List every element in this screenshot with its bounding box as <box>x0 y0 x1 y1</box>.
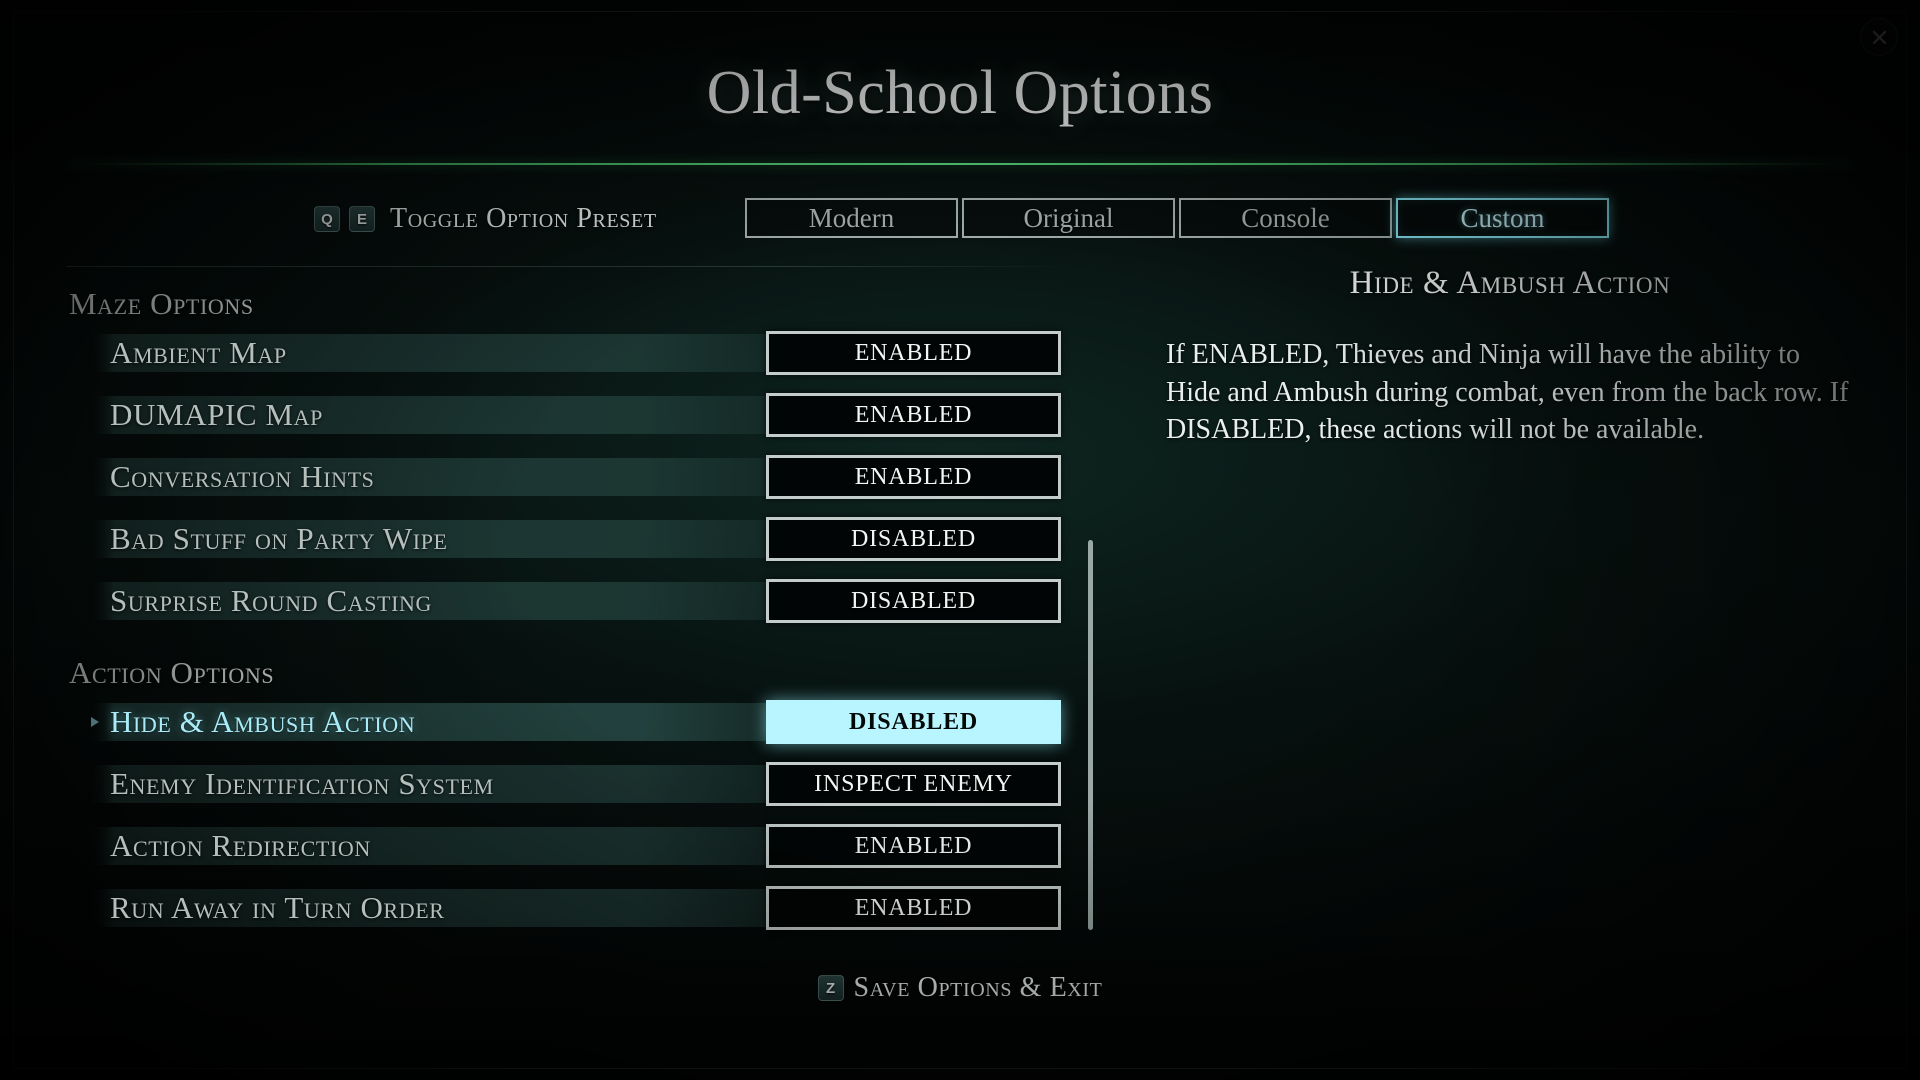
section-action-options: Action Options Hide & Ambush Action DISA… <box>66 655 1096 945</box>
option-value-button[interactable]: ENABLED <box>766 824 1061 868</box>
option-value-button[interactable]: ENABLED <box>766 393 1061 437</box>
option-row-bad-stuff-on-party-wipe[interactable]: Bad Stuff on Party Wipe DISABLED <box>66 514 1096 564</box>
save-and-exit-label: Save Options & Exit <box>853 972 1103 1003</box>
preset-buttons: Modern Original Console Custom <box>745 198 1609 238</box>
option-label: Action Redirection <box>110 828 371 863</box>
option-value-button[interactable]: ENABLED <box>766 331 1061 375</box>
option-label: Bad Stuff on Party Wipe <box>110 521 448 556</box>
preset-hint-label: Toggle Option Preset <box>390 203 657 234</box>
option-value-button[interactable]: ENABLED <box>766 455 1061 499</box>
selection-arrow-icon <box>91 717 99 727</box>
section-heading-maze: Maze Options <box>69 286 254 321</box>
option-value-button[interactable]: ENABLED <box>766 886 1061 930</box>
option-value-button[interactable]: DISABLED <box>766 517 1061 561</box>
save-and-exit-button[interactable]: Z Save Options & Exit <box>0 972 1920 1004</box>
key-badge-e[interactable]: E <box>349 206 375 232</box>
option-row-hide-and-ambush-action[interactable]: Hide & Ambush Action DISABLED <box>66 697 1096 747</box>
option-label: Run Away in Turn Order <box>110 890 445 925</box>
option-label: Hide & Ambush Action <box>110 704 416 739</box>
options-list-scrollbar[interactable] <box>1088 540 1093 930</box>
option-row-ambient-map[interactable]: Ambient Map ENABLED <box>66 328 1096 378</box>
options-screen: Old-School Options Q E Toggle Option Pre… <box>0 0 1920 1080</box>
option-row-action-redirection[interactable]: Action Redirection ENABLED <box>66 821 1096 871</box>
close-icon <box>1872 30 1886 44</box>
option-value-button[interactable]: DISABLED <box>766 700 1061 744</box>
preset-button-modern[interactable]: Modern <box>745 198 958 238</box>
option-row-run-away-in-turn-order[interactable]: Run Away in Turn Order ENABLED <box>66 883 1096 933</box>
preset-button-original[interactable]: Original <box>962 198 1175 238</box>
option-row-enemy-identification-system[interactable]: Enemy Identification System INSPECT ENEM… <box>66 759 1096 809</box>
option-value-button[interactable]: DISABLED <box>766 579 1061 623</box>
option-label: Surprise Round Casting <box>110 583 432 618</box>
key-badge-q[interactable]: Q <box>314 206 340 232</box>
option-row-conversation-hints[interactable]: Conversation Hints ENABLED <box>66 452 1096 502</box>
option-label: Conversation Hints <box>110 459 375 494</box>
section-maze-options: Maze Options Ambient Map ENABLED DUMAPIC… <box>66 286 1096 638</box>
option-label: Ambient Map <box>110 335 287 370</box>
option-label: Enemy Identification System <box>110 766 494 801</box>
page-title: Old-School Options <box>706 59 1214 127</box>
title-divider <box>66 163 1854 165</box>
preset-button-custom[interactable]: Custom <box>1396 198 1609 238</box>
description-body: If ENABLED, Thieves and Ninja will have … <box>1166 339 1849 446</box>
key-badge-z[interactable]: Z <box>817 975 844 1001</box>
close-button[interactable] <box>1860 18 1898 56</box>
section-heading-action: Action Options <box>69 655 275 690</box>
preset-button-console[interactable]: Console <box>1179 198 1392 238</box>
left-column-divider <box>66 266 1076 267</box>
preset-hint: Q E Toggle Option Preset <box>314 197 657 241</box>
option-label: DUMAPIC Map <box>110 397 324 432</box>
option-row-dumapic-map[interactable]: DUMAPIC Map ENABLED <box>66 390 1096 440</box>
description-title: Hide & Ambush Action <box>1349 265 1671 301</box>
option-row-surprise-round-casting[interactable]: Surprise Round Casting DISABLED <box>66 576 1096 626</box>
preset-row: Q E Toggle Option Preset Modern Original… <box>0 197 1920 241</box>
option-value-button[interactable]: INSPECT ENEMY <box>766 762 1061 806</box>
description-panel: Hide & Ambush Action If ENABLED, Thieves… <box>1160 265 1860 449</box>
